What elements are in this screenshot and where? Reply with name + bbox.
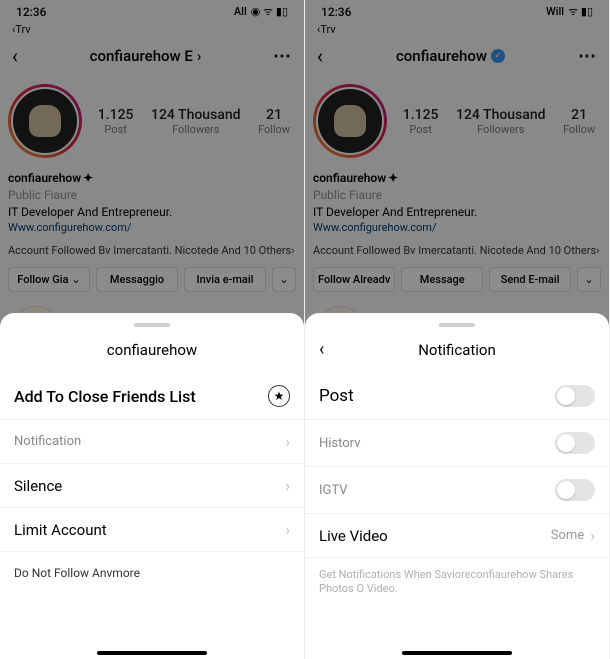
toggle-switch[interactable]: [555, 479, 595, 501]
history-toggle-row[interactable]: Historv: [305, 420, 609, 467]
chevron-right-icon: ›: [590, 526, 595, 545]
toggle-switch[interactable]: [555, 385, 595, 407]
notification-row[interactable]: Notification ›: [0, 420, 304, 464]
sheet-back-button[interactable]: ‹: [319, 339, 324, 360]
chevron-right-icon: ›: [285, 520, 290, 539]
right-screen: 12:36 Will ᯤ ▮▯ ‹Trv ‹ confiaurehow ✓ ⋯ …: [305, 0, 610, 659]
notification-sheet: ‹ Notification Post Historv IGTV Live Vi…: [305, 313, 609, 659]
sheet-title: ‹ Notification: [305, 335, 609, 373]
home-indicator[interactable]: [97, 651, 207, 655]
home-indicator[interactable]: [402, 651, 512, 655]
toggle-switch[interactable]: [555, 432, 595, 454]
action-sheet: confiaurehow Add To Close Friends List ★…: [0, 313, 304, 659]
left-screen: 12:36 All ◉ ᯤ ▮▯ ‹Trv ‹ confiaurehow E ›…: [0, 0, 305, 659]
post-toggle-row[interactable]: Post: [305, 373, 609, 420]
sheet-handle[interactable]: [439, 323, 475, 327]
igtv-toggle-row[interactable]: IGTV: [305, 467, 609, 514]
live-video-row[interactable]: Live Video Some›: [305, 514, 609, 558]
silence-row[interactable]: Silence ›: [0, 464, 304, 508]
sheet-info-text: Get Notifications When Savioreconfiaureh…: [305, 558, 609, 607]
unfollow-row[interactable]: Do Not Follow Anvmore: [0, 552, 304, 594]
limit-account-row[interactable]: Limit Account ›: [0, 508, 304, 552]
chevron-right-icon: ›: [285, 476, 290, 495]
sheet-title: confiaurehow: [0, 335, 304, 373]
star-icon: ★: [268, 385, 290, 407]
sheet-handle[interactable]: [134, 323, 170, 327]
chevron-right-icon: ›: [285, 432, 290, 451]
close-friends-row[interactable]: Add To Close Friends List ★: [0, 373, 304, 420]
